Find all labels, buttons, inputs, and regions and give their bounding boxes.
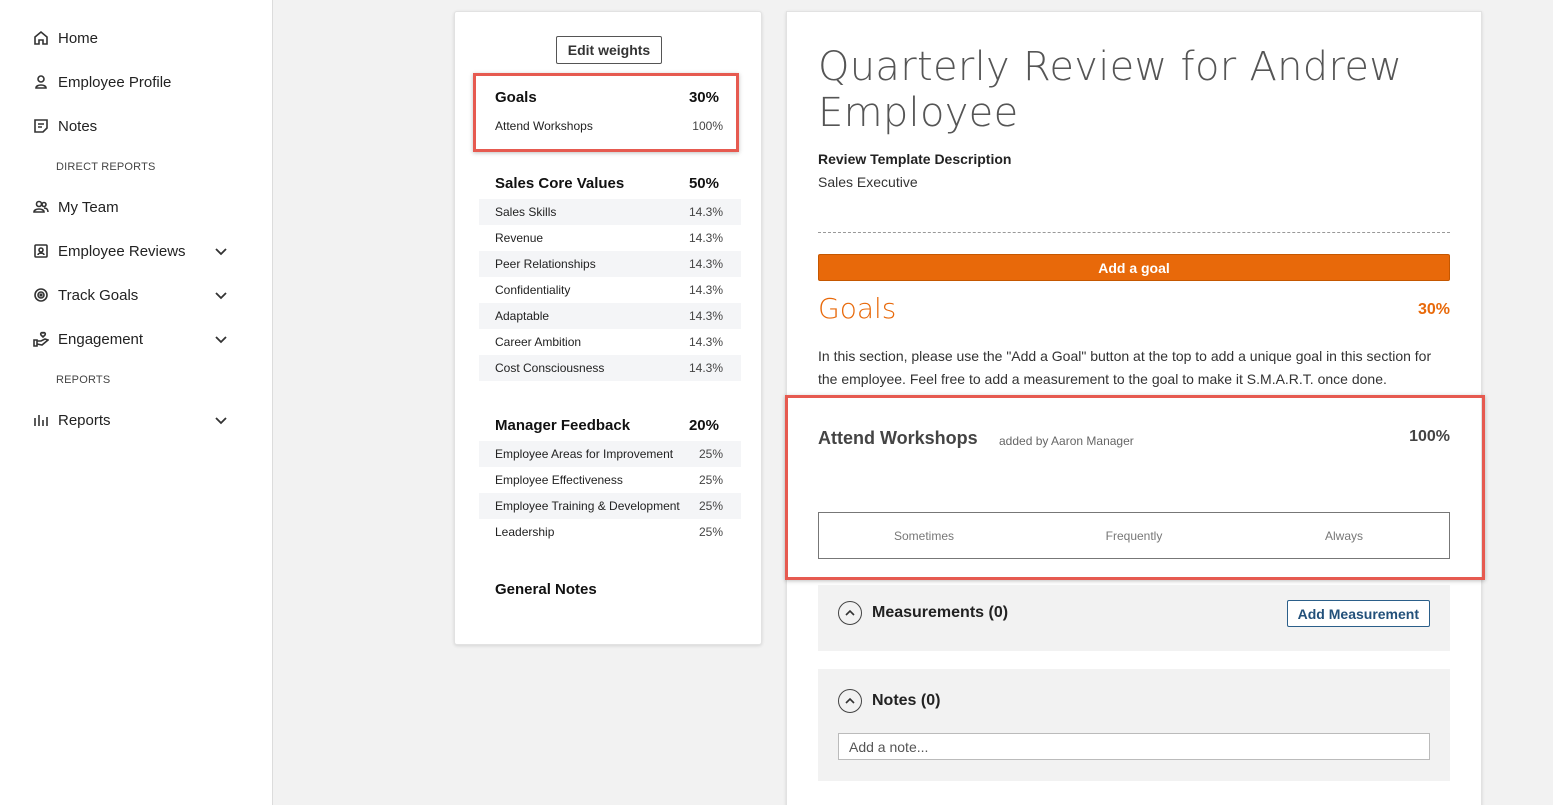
weights-item-label: Employee Areas for Improvement xyxy=(495,447,674,461)
measurements-panel: Measurements (0) Add Measurement xyxy=(818,585,1450,651)
nav-reports-label: Reports xyxy=(58,411,111,429)
nav-engagement-label: Engagement xyxy=(58,330,144,348)
weights-item-pct: 25% xyxy=(698,499,723,513)
nav-employee-reviews[interactable]: Employee Reviews xyxy=(32,238,186,264)
weights-item-pct: 14.3% xyxy=(688,335,723,349)
nav-reports[interactable]: Reports xyxy=(32,407,111,433)
weights-section-manager-pct: 20% xyxy=(688,417,719,434)
weights-section-manager-title[interactable]: Manager Feedback xyxy=(495,417,630,434)
notes-panel: Notes (0) xyxy=(818,669,1450,781)
weights-section-sales-pct: 50% xyxy=(688,175,719,192)
weights-item-label: Leadership xyxy=(495,525,555,539)
notes-icon xyxy=(32,117,50,135)
weights-item-label: Revenue xyxy=(495,231,544,245)
nav-notes-label: Notes xyxy=(58,117,98,135)
goals-section-weight: 30% xyxy=(1417,301,1450,318)
weights-item-pct: 14.3% xyxy=(688,257,723,271)
weights-item-pct: 14.3% xyxy=(688,309,723,323)
add-note-input[interactable] xyxy=(838,733,1430,760)
home-icon xyxy=(32,29,50,47)
weights-item-pct: 14.3% xyxy=(688,205,723,219)
goals-section-heading: Goals xyxy=(818,292,897,325)
add-goal-button[interactable]: Add a goal xyxy=(818,254,1450,281)
engagement-expand-chevron-icon[interactable] xyxy=(212,330,230,348)
chevron-up-icon[interactable] xyxy=(838,601,862,625)
weights-item[interactable]: Employee Effectiveness 25% xyxy=(479,467,741,493)
divider xyxy=(818,232,1450,233)
notes-label: Notes (0) xyxy=(872,692,941,709)
employee-reviews-expand-chevron-icon[interactable] xyxy=(212,242,230,260)
goals-weight-highlight xyxy=(473,73,739,152)
goal-card-highlight xyxy=(785,395,1485,580)
weights-item-label: Employee Effectiveness xyxy=(495,473,623,487)
add-measurement-button[interactable]: Add Measurement xyxy=(1286,600,1430,627)
weights-item[interactable]: Cost Consciousness 14.3% xyxy=(479,355,741,381)
nav-engagement[interactable]: Engagement xyxy=(32,326,143,352)
measurements-header: Measurements (0) xyxy=(838,601,1008,625)
engagement-icon xyxy=(32,330,50,348)
track-goals-expand-chevron-icon[interactable] xyxy=(212,286,230,304)
weights-item-pct: 14.3% xyxy=(688,231,723,245)
chevron-up-icon[interactable] xyxy=(838,689,862,713)
weights-item-label: Employee Training & Development xyxy=(495,499,680,513)
weights-item[interactable]: Adaptable 14.3% xyxy=(479,303,741,329)
nav-my-team-label: My Team xyxy=(58,198,119,216)
reports-caption: REPORTS xyxy=(56,374,111,386)
template-description-value: Sales Executive xyxy=(818,174,918,190)
weights-item[interactable]: Leadership 25% xyxy=(479,519,741,545)
weights-item[interactable]: Employee Areas for Improvement 25% xyxy=(479,441,741,467)
weights-item[interactable]: Peer Relationships 14.3% xyxy=(479,251,741,277)
weights-item-pct: 25% xyxy=(698,447,723,461)
team-icon xyxy=(32,198,50,216)
weights-item-pct: 14.3% xyxy=(688,283,723,297)
nav-employee-profile-label: Employee Profile xyxy=(58,73,172,91)
template-description-label: Review Template Description xyxy=(818,151,1012,167)
goals-section-description: In this section, please use the "Add a G… xyxy=(818,348,1432,387)
edit-weights-button[interactable]: Edit weights xyxy=(556,36,662,64)
page-title: Quarterly Review for Andrew Employee xyxy=(818,44,1403,136)
weights-section-sales-title[interactable]: Sales Core Values xyxy=(495,175,624,192)
direct-reports-caption: DIRECT REPORTS xyxy=(56,161,156,173)
bar-chart-icon xyxy=(32,411,50,429)
user-icon xyxy=(32,73,50,91)
weights-item-label: Confidentiality xyxy=(495,283,571,297)
weights-item[interactable]: Employee Training & Development 25% xyxy=(479,493,741,519)
weights-item-pct: 25% xyxy=(698,473,723,487)
nav-home[interactable]: Home xyxy=(32,25,98,51)
nav-employee-profile[interactable]: Employee Profile xyxy=(32,69,171,95)
sidebar: Home Employee Profile Notes DIRECT REPOR… xyxy=(0,0,273,805)
weights-item-label: Sales Skills xyxy=(495,205,557,219)
reports-expand-chevron-icon[interactable] xyxy=(212,411,230,429)
nav-home-label: Home xyxy=(58,29,99,47)
nav-my-team[interactable]: My Team xyxy=(32,194,119,220)
nav-notes[interactable]: Notes xyxy=(32,113,97,139)
weights-section-general-notes-title[interactable]: General Notes xyxy=(495,581,597,598)
notes-header: Notes (0) xyxy=(838,689,940,713)
review-icon xyxy=(32,242,50,260)
nav-track-goals-label: Track Goals xyxy=(58,286,139,304)
weights-item-label: Adaptable xyxy=(495,309,550,323)
weights-item[interactable]: Revenue 14.3% xyxy=(479,225,741,251)
weights-item-label: Cost Consciousness xyxy=(495,361,605,375)
weights-item-label: Career Ambition xyxy=(495,335,582,349)
weights-item[interactable]: Career Ambition 14.3% xyxy=(479,329,741,355)
weights-item-label: Peer Relationships xyxy=(495,257,596,271)
nav-track-goals[interactable]: Track Goals xyxy=(32,282,138,308)
target-icon xyxy=(32,286,50,304)
nav-employee-reviews-label: Employee Reviews xyxy=(58,242,186,260)
weights-item[interactable]: Confidentiality 14.3% xyxy=(479,277,741,303)
weights-item[interactable]: Sales Skills 14.3% xyxy=(479,199,741,225)
weights-item-pct: 14.3% xyxy=(688,361,723,375)
measurements-label: Measurements (0) xyxy=(872,604,1009,621)
weights-item-pct: 25% xyxy=(698,525,723,539)
